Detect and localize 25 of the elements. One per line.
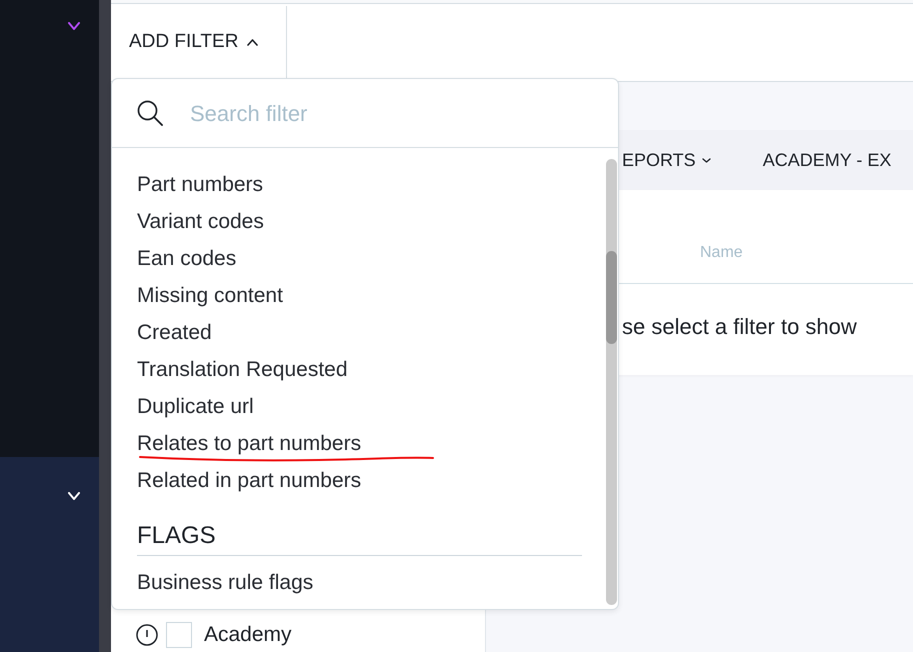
filter-option[interactable]: Missing content — [137, 277, 582, 314]
search-icon — [137, 100, 163, 126]
tab[interactable]: ACADEMY - EX — [762, 146, 892, 174]
filter-option[interactable]: Business rule flags — [137, 564, 582, 601]
scrollbar-thumb[interactable] — [606, 251, 617, 344]
filter-option[interactable]: Variant codes — [137, 203, 582, 240]
search-field[interactable]: Search filter — [190, 96, 570, 130]
info-icon[interactable] — [136, 624, 158, 646]
filter-option[interactable]: Translation Requested — [137, 351, 582, 388]
chevron-down-icon — [68, 22, 80, 30]
empty-message: se select a filter to show — [622, 314, 857, 339]
filter-option[interactable]: Created — [137, 314, 582, 351]
tab[interactable]: EPORTS — [622, 146, 711, 174]
filter-option[interactable]: Ean codes — [137, 240, 582, 277]
sidebar-section[interactable] — [0, 0, 99, 457]
filter-option[interactable]: Related in part numbers — [137, 462, 582, 499]
filter-option[interactable]: Part numbers — [137, 166, 582, 203]
filter-option[interactable]: Relates to part numbers — [137, 425, 582, 462]
chevron-down-icon — [702, 158, 711, 162]
chevron-down-icon — [68, 492, 80, 500]
section-heading: FLAGS — [137, 521, 582, 556]
row-label: Academy — [204, 622, 292, 648]
checkbox[interactable] — [166, 622, 192, 648]
filter-option[interactable]: Duplicate url — [137, 388, 582, 425]
sidebar-section[interactable] — [0, 457, 99, 652]
